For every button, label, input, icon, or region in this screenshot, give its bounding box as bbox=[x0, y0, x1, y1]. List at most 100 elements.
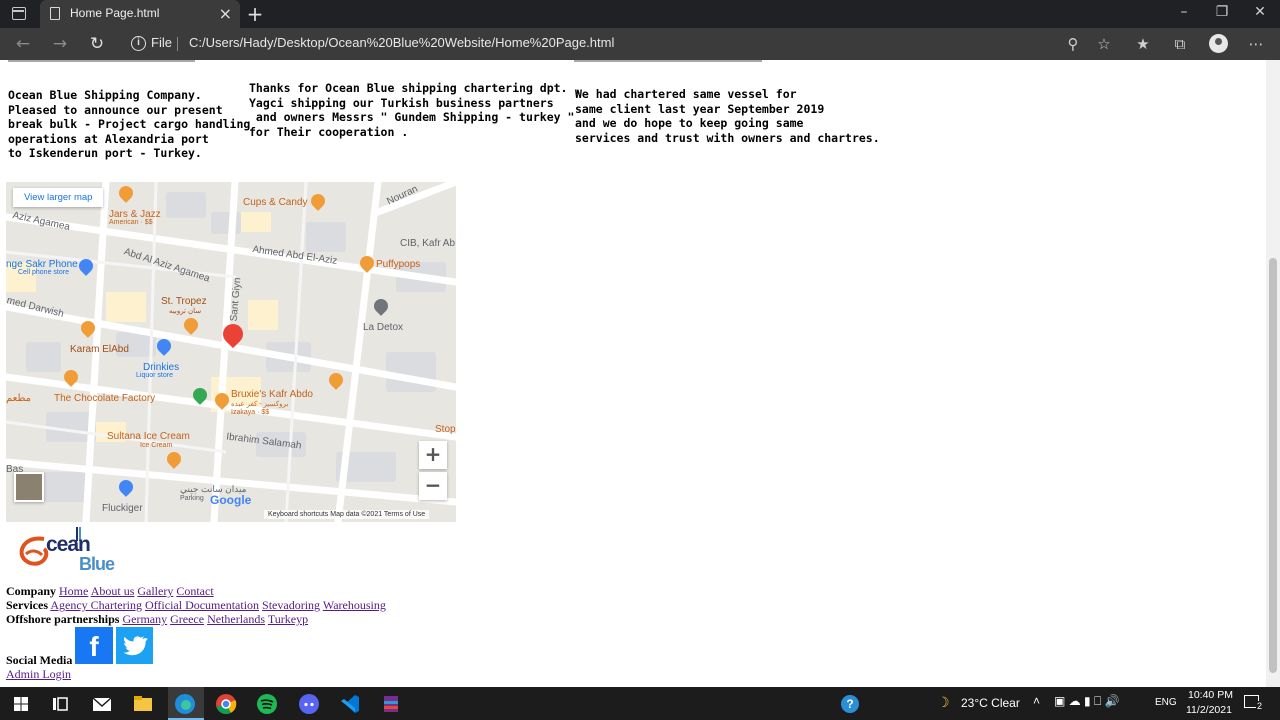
map-label: Liquor store bbox=[136, 372, 173, 379]
browser-tab-strip: Home Page.html × + – ❐ ✕ bbox=[0, 0, 1280, 28]
close-window-icon[interactable]: ✕ bbox=[1245, 4, 1275, 20]
germany-link[interactable]: Germany bbox=[122, 612, 167, 626]
gallery-link[interactable]: Gallery bbox=[137, 584, 173, 598]
offshore-links-row: Offshore partnerships Germany Greece Net… bbox=[6, 612, 308, 627]
refresh-icon[interactable]: ↻ bbox=[85, 32, 109, 56]
windows-start-icon[interactable] bbox=[8, 691, 34, 717]
official-documentation-link[interactable]: Official Documentation bbox=[145, 598, 259, 612]
maximize-icon[interactable]: ❐ bbox=[1207, 4, 1237, 20]
facebook-icon[interactable]: f bbox=[75, 627, 113, 664]
document-icon bbox=[50, 7, 60, 20]
chevron-up-icon[interactable]: ˄ bbox=[1033, 694, 1040, 708]
map-label: Ice Cream bbox=[140, 442, 173, 449]
edge-icon[interactable] bbox=[172, 691, 198, 717]
services-label: Services bbox=[6, 598, 48, 612]
address-separator bbox=[177, 37, 178, 51]
embedded-map[interactable]: View larger map Nouran Jars & Jazz Ameri… bbox=[6, 182, 456, 522]
netherlands-link[interactable]: Netherlands bbox=[207, 612, 265, 626]
tab-title: Home Page.html bbox=[70, 6, 160, 20]
map-label: CIB, Kafr Ab bbox=[400, 238, 456, 249]
map-label: Karam ElAbd bbox=[70, 344, 129, 355]
map-label: Parking bbox=[180, 495, 204, 502]
map-attribution[interactable]: Keyboard shortcuts Map data ©2021 Terms … bbox=[264, 510, 430, 519]
back-icon[interactable]: ← bbox=[11, 32, 35, 56]
map-label: Puffypops bbox=[376, 259, 421, 270]
chartered-text: We had chartered same vessel for same cl… bbox=[575, 87, 880, 145]
map-label: سان تروبيه bbox=[169, 308, 202, 315]
twitter-bird-icon bbox=[123, 636, 148, 656]
clock-time[interactable]: 10:40 PM bbox=[1188, 689, 1233, 701]
about-us-link[interactable]: About us bbox=[91, 584, 135, 598]
contact-link[interactable]: Contact bbox=[176, 584, 213, 598]
task-view-icon[interactable] bbox=[47, 691, 73, 717]
image-edge bbox=[574, 60, 762, 62]
company-links-row: Company Home About us Gallery Contact bbox=[6, 584, 214, 599]
language-indicator[interactable]: ENG bbox=[1155, 697, 1177, 708]
file-explorer-icon[interactable] bbox=[130, 691, 156, 717]
map-label: The Chocolate Factory bbox=[54, 393, 156, 404]
clock-date[interactable]: 11/2/2021 bbox=[1186, 704, 1232, 716]
weather-text[interactable]: 23°C Clear bbox=[961, 696, 1020, 710]
more-options-icon[interactable]: ⋯ bbox=[1245, 33, 1267, 55]
browser-tab[interactable]: Home Page.html × bbox=[40, 0, 240, 28]
map-label: Cell phone store bbox=[18, 269, 69, 276]
collections-icon[interactable]: ⧉ bbox=[1169, 33, 1191, 55]
map-label: Sultana Ice Cream bbox=[107, 431, 190, 442]
moon-icon: ☽ bbox=[937, 694, 950, 710]
map-label: بروكسيز - كفر عبده bbox=[231, 401, 289, 408]
discord-icon[interactable] bbox=[296, 691, 322, 717]
favorites-icon[interactable]: ★ bbox=[1132, 33, 1154, 55]
admin-login-row: Admin Login bbox=[6, 667, 71, 682]
zoom-out-button[interactable]: − bbox=[419, 472, 447, 500]
map-label: مطعم bbox=[6, 393, 32, 404]
url-field[interactable]: C:/Users/Hady/Desktop/Ocean%20Blue%20Web… bbox=[189, 35, 614, 50]
notification-count: 2 bbox=[1256, 701, 1264, 711]
scrollbar-thumb[interactable] bbox=[1269, 258, 1277, 673]
site-info-icon[interactable]: i bbox=[131, 36, 146, 51]
admin-login-link[interactable]: Admin Login bbox=[6, 667, 71, 681]
file-label: File bbox=[151, 35, 172, 50]
zoom-in-button[interactable]: + bbox=[419, 441, 447, 469]
minimize-icon[interactable]: – bbox=[1169, 4, 1199, 20]
map-label: Cups & Candy bbox=[243, 197, 308, 208]
social-media-label: Social Media bbox=[6, 653, 72, 668]
home-link[interactable]: Home bbox=[59, 584, 88, 598]
company-label: Company bbox=[6, 584, 57, 598]
stevadoring-link[interactable]: Stevadoring bbox=[262, 598, 320, 612]
vscode-icon[interactable] bbox=[337, 691, 363, 717]
thanks-text: Thanks for Ocean Blue shipping charterin… bbox=[249, 81, 582, 139]
map-label: Bruxie's Kafr Abdo bbox=[231, 389, 313, 400]
tab-actions-icon[interactable] bbox=[12, 7, 26, 20]
mail-icon[interactable] bbox=[89, 691, 115, 717]
profile-avatar[interactable] bbox=[1209, 34, 1228, 53]
google-logo: Google bbox=[210, 493, 252, 507]
turkey-link[interactable]: Turkeyp bbox=[268, 612, 308, 626]
windows-taskbar: ? ☽ 23°C Clear ˄ ▣ ☁ ▮ ⎕ 🔊 ENG 10:40 PM … bbox=[0, 687, 1280, 720]
add-favorite-icon[interactable]: ☆ bbox=[1093, 33, 1115, 55]
map-label: American · $$ bbox=[109, 219, 153, 226]
greece-link[interactable]: Greece bbox=[170, 612, 204, 626]
logo-text: Blue bbox=[79, 554, 115, 574]
new-tab-button[interactable]: + bbox=[245, 2, 265, 26]
announcement-text: Ocean Blue Shipping Company. Pleased to … bbox=[8, 88, 251, 161]
zoom-icon[interactable]: ⚲ bbox=[1062, 33, 1084, 55]
help-icon[interactable]: ? bbox=[841, 695, 859, 713]
forward-icon[interactable]: → bbox=[48, 32, 72, 56]
spotify-icon[interactable] bbox=[254, 691, 280, 717]
map-label: Fluckiger bbox=[102, 503, 143, 514]
map-label: Stop bbox=[435, 424, 456, 435]
chrome-icon[interactable] bbox=[213, 691, 239, 717]
agency-chartering-link[interactable]: Agency Chartering bbox=[50, 598, 142, 612]
warehousing-link[interactable]: Warehousing bbox=[323, 598, 386, 612]
image-edge bbox=[8, 60, 195, 62]
services-links-row: Services Agency Chartering Official Docu… bbox=[6, 598, 386, 613]
close-tab-icon[interactable]: × bbox=[219, 4, 232, 23]
winrar-icon[interactable] bbox=[378, 691, 404, 717]
address-bar: ← → ↻ i File C:/Users/Hady/Desktop/Ocean… bbox=[0, 28, 1280, 60]
vertical-scrollbar[interactable] bbox=[1266, 60, 1280, 687]
twitter-icon[interactable] bbox=[116, 627, 153, 664]
offshore-label: Offshore partnerships bbox=[6, 612, 120, 626]
system-tray-icons[interactable]: ▣ ☁ ▮ ⎕ 🔊 bbox=[1054, 694, 1119, 709]
satellite-toggle[interactable] bbox=[14, 472, 44, 502]
view-larger-map-link[interactable]: View larger map bbox=[13, 188, 104, 207]
